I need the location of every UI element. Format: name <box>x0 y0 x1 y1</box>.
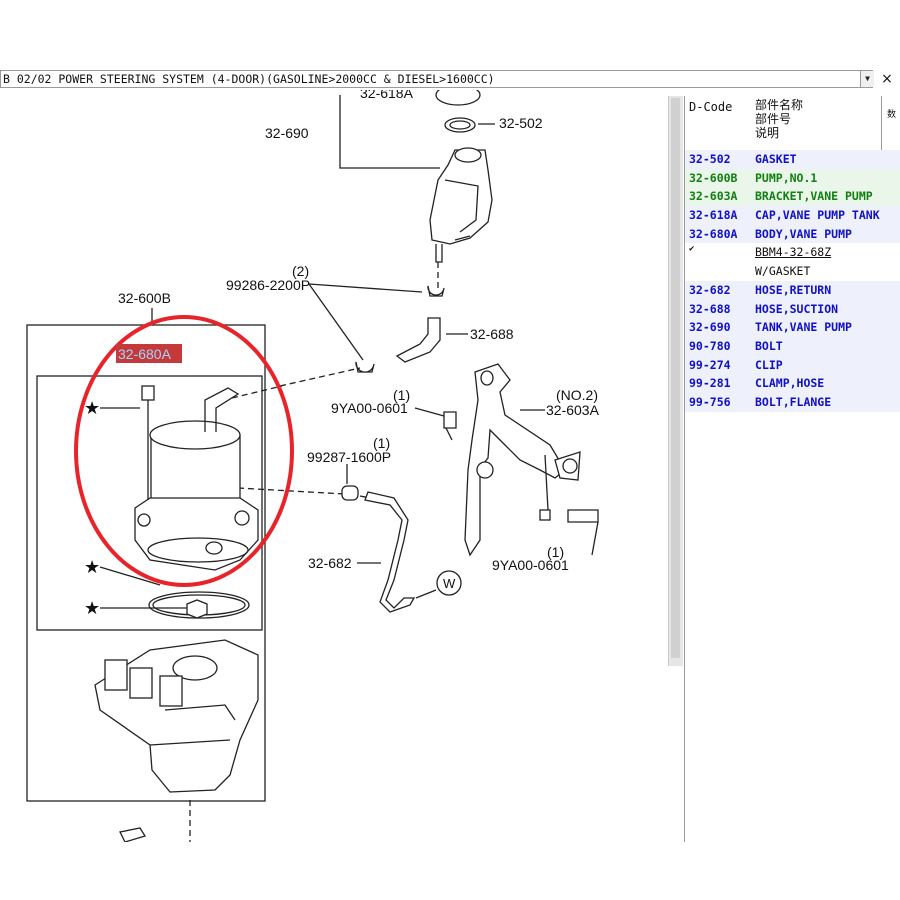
parts-list-row[interactable]: 32-688 HOSE,SUCTION <box>685 299 900 319</box>
column-header-qty: 数 <box>887 110 897 120</box>
parts-list-row[interactable]: 90-780 BOLT <box>685 336 900 356</box>
parts-list-row[interactable]: 99-281 CLAMP,HOSE <box>685 374 900 393</box>
callout-99287[interactable]: 99287-1600P <box>307 449 391 465</box>
parts-list-row[interactable]: 32-603A BRACKET,VANE PUMP <box>685 187 900 207</box>
part-code: 32-618A <box>689 208 738 223</box>
parts-list-row[interactable]: 32-600B PUMP,NO.1 <box>685 168 900 188</box>
part-name: BODY,VANE PUMP <box>755 226 852 241</box>
return-hose-clamp-part[interactable] <box>341 485 359 501</box>
callout-32-690[interactable]: 32-690 <box>265 125 309 141</box>
part-name: TANK,VANE PUMP <box>755 320 852 335</box>
parts-list-row[interactable]: 32-680A BODY,VANE PUMP <box>685 224 900 244</box>
return-hose-part[interactable] <box>364 491 416 613</box>
flange-bolt-part[interactable] <box>443 411 457 429</box>
vane-pump-body-part[interactable] <box>134 387 259 571</box>
part-name: BRACKET,VANE PUMP <box>755 189 873 204</box>
part-code: 32-682 <box>689 282 731 297</box>
part-code: 90-780 <box>689 338 731 353</box>
parts-list-rows: 32-502 GASKET 32-600B PUMP,NO.1 32-603A BRACK… <box>685 150 900 412</box>
part-code: 99-281 <box>689 376 731 391</box>
parts-list-panel: D-Code 部件名称 部件号 说明 数 32-502 GASKET 32-600B… <box>684 96 900 842</box>
column-divider <box>881 96 882 150</box>
part-name: BOLT <box>755 338 783 353</box>
callout-99286[interactable]: 99286-2200P <box>226 277 310 293</box>
suction-hose-part[interactable] <box>395 317 441 363</box>
star-icon: ★ <box>84 398 100 418</box>
parts-list-row[interactable]: 32-690 TANK,VANE PUMP <box>685 318 900 337</box>
part-name: GASKET <box>755 152 797 166</box>
parts-list-row[interactable]: 32-682 HOSE,RETURN <box>685 280 900 300</box>
leader-line <box>339 95 440 169</box>
star-icon-3: ★ <box>84 598 100 618</box>
part-code: 32-502 <box>689 152 731 166</box>
callout-32-603A-qty: (NO.2) <box>556 387 598 403</box>
callout-w[interactable]: W <box>443 576 456 591</box>
part-code: 32-690 <box>689 320 731 335</box>
callout-9ya-top[interactable]: 9YA00-0601 <box>331 400 408 416</box>
pump-motor-unit-part[interactable] <box>94 639 259 793</box>
hose-clamp-part[interactable] <box>427 285 445 297</box>
star-icon-2: ★ <box>84 557 100 577</box>
reservoir-tank-part[interactable] <box>429 147 493 263</box>
part-name: CLIP <box>755 357 783 372</box>
part-code: 32-680A <box>689 226 738 241</box>
part-name: HOSE,SUCTION <box>755 301 839 316</box>
diagram-title-text: B 02/02 POWER STEERING SYSTEM (4-DOOR)(G… <box>3 72 495 86</box>
flange-bolt-part-2[interactable] <box>567 509 599 523</box>
column-header-part-name: 部件名称 部件号 说明 <box>755 98 803 140</box>
parts-diagram[interactable]: 32-618A 32-690 32-502 (2) 99286-2200P 32… <box>0 90 668 842</box>
tank-cap-part[interactable] <box>435 90 481 106</box>
parts-list-row[interactable]: 99-274 CLIP <box>685 355 900 375</box>
part-name: W/GASKET <box>755 264 811 279</box>
part-code: 32-600B <box>689 170 738 185</box>
callout-9ya-bot[interactable]: 9YA00-0601 <box>492 557 569 573</box>
callout-32-502[interactable]: 32-502 <box>499 115 543 131</box>
column-header-dcode: D-Code <box>689 100 733 114</box>
scrollbar-thumb[interactable] <box>671 98 680 658</box>
part-name: CLAMP,HOSE <box>755 376 825 391</box>
part-code: 99-274 <box>689 357 731 372</box>
chevron-down-icon[interactable]: ▼ <box>860 71 874 87</box>
diagram-scrollbar[interactable] <box>668 96 683 666</box>
callout-32-682[interactable]: 32-682 <box>308 555 352 571</box>
callout-32-680A[interactable]: 32-680A <box>118 346 172 362</box>
parts-list-row[interactable]: ✔ BBM4-32-68Z <box>685 243 900 263</box>
part-name: HOSE,RETURN <box>755 282 832 297</box>
diagram-title-dropdown[interactable]: B 02/02 POWER STEERING SYSTEM (4-DOOR)(G… <box>0 70 873 88</box>
parts-list-row[interactable]: 32-502 GASKET <box>685 150 900 169</box>
callout-32-603A[interactable]: 32-603A <box>546 402 600 418</box>
parts-list-header: D-Code 部件名称 部件号 说明 数 <box>685 96 900 151</box>
parts-list-row[interactable]: W/GASKET <box>685 262 900 281</box>
checkbox-icon[interactable]: ✔ <box>689 243 694 255</box>
callout-32-618A[interactable]: 32-618A <box>360 90 414 101</box>
part-name: BBM4-32-68Z <box>755 245 832 260</box>
part-name: PUMP,NO.1 <box>755 170 818 185</box>
header-name-line-1: 部件名称 <box>755 98 804 112</box>
hose-clamp-part-2[interactable] <box>355 361 375 373</box>
part-name: BOLT,FLANGE <box>755 394 832 409</box>
part-code: 99-756 <box>689 394 731 409</box>
parts-list-row[interactable]: 32-618A CAP,VANE PUMP TANK <box>685 206 900 225</box>
part-name: CAP,VANE PUMP TANK <box>755 208 880 223</box>
part-code: 32-688 <box>689 301 731 316</box>
part-code: 32-603A <box>689 189 738 204</box>
header-name-line-3: 说明 <box>755 126 780 140</box>
callout-32-600B[interactable]: 32-600B <box>118 290 171 306</box>
parts-list-row[interactable]: 99-756 BOLT,FLANGE <box>685 392 900 412</box>
header-name-line-2: 部件号 <box>755 112 792 126</box>
callout-32-688[interactable]: 32-688 <box>470 326 514 342</box>
close-icon[interactable]: × <box>876 70 898 88</box>
